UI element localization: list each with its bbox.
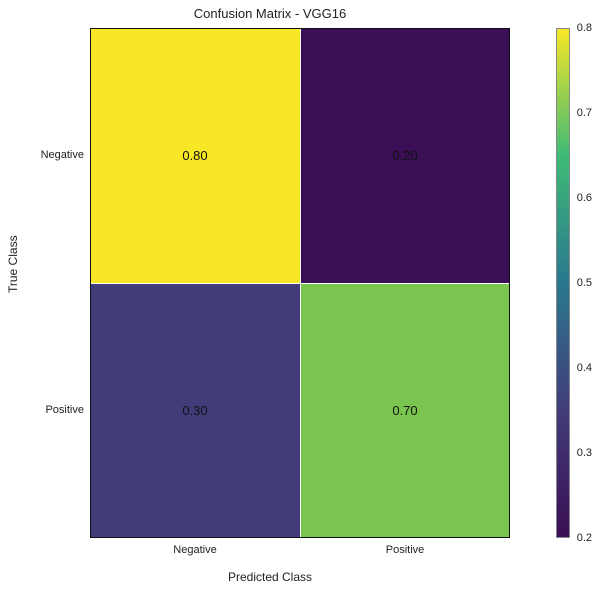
colorbar <box>556 28 570 538</box>
x-tick-negative: Negative <box>173 544 216 556</box>
y-tick-negative: Negative <box>0 149 84 161</box>
heatmap-plot: 0.80 0.20 0.30 0.70 <box>90 28 510 538</box>
colorbar-tick: 0.6 <box>577 192 592 204</box>
colorbar-tick: 0.8 <box>577 22 592 34</box>
colorbar-tick: 0.5 <box>577 277 592 289</box>
confusion-matrix-figure: Confusion Matrix - VGG16 True Class Pred… <box>0 0 600 592</box>
colorbar-tick: 0.4 <box>577 362 592 374</box>
x-tick-positive: Positive <box>386 544 425 556</box>
chart-title: Confusion Matrix - VGG16 <box>0 6 540 21</box>
colorbar-tick: 0.7 <box>577 107 592 119</box>
y-tick-positive: Positive <box>0 404 84 416</box>
x-axis-label: Predicted Class <box>0 570 540 584</box>
colorbar-tick: 0.3 <box>577 447 592 459</box>
y-axis-label: True Class <box>6 235 20 293</box>
plot-frame <box>90 28 510 538</box>
colorbar-tick: 0.2 <box>577 532 592 544</box>
